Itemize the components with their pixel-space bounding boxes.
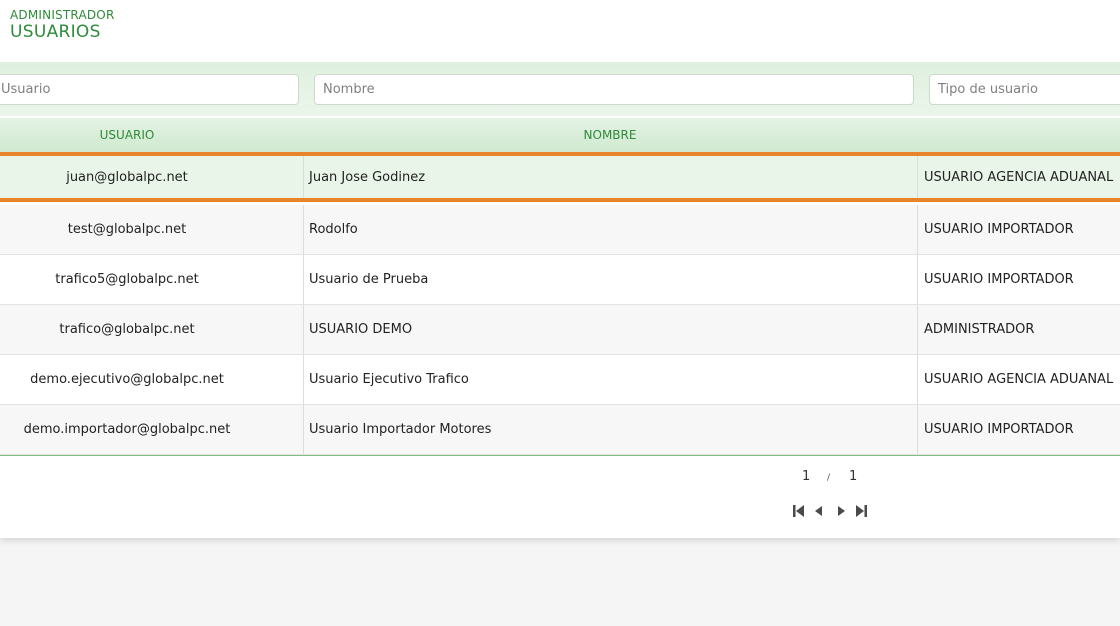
table-row[interactable]: demo.ejecutivo@globalpc.net Usuario Ejec… — [0, 355, 1120, 405]
breadcrumb: ADMINISTRADOR USUARIOS — [10, 8, 115, 42]
cell-nombre: Usuario Ejecutivo Trafico — [303, 355, 917, 404]
first-page-button[interactable] — [791, 503, 807, 519]
last-page-icon — [853, 503, 869, 519]
nombre-filter-input[interactable] — [314, 74, 914, 105]
page-separator: / — [827, 473, 831, 483]
cell-nombre: USUARIO DEMO — [303, 305, 917, 354]
usuario-filter-input[interactable] — [0, 74, 299, 105]
table-bottom-border — [0, 455, 1120, 456]
current-page-number: 1 — [802, 469, 811, 484]
next-page-icon — [833, 503, 849, 519]
page-title: USUARIOS — [10, 22, 101, 42]
prev-page-icon — [811, 503, 827, 519]
cell-nombre: Usuario de Prueba — [303, 255, 917, 304]
tipo-usuario-filter-input[interactable] — [929, 74, 1120, 105]
table-row[interactable]: trafico@globalpc.net USUARIO DEMO ADMINI… — [0, 305, 1120, 355]
cell-usuario: demo.ejecutivo@globalpc.net — [30, 372, 224, 387]
cell-usuario: trafico5@globalpc.net — [55, 272, 199, 287]
cell-usuario: juan@globalpc.net — [66, 169, 188, 185]
table-row[interactable]: trafico5@globalpc.net Usuario de Prueba … — [0, 255, 1120, 305]
column-header-nombre[interactable]: NOMBRE — [303, 118, 917, 152]
filter-bar — [0, 62, 1120, 116]
section-label: ADMINISTRADOR — [10, 8, 115, 22]
column-header-usuario[interactable]: USUARIO — [0, 118, 254, 152]
table-row[interactable]: juan@globalpc.net Juan Jose Godinez USUA… — [0, 152, 1120, 202]
cell-tipo-usuario: USUARIO AGENCIA ADUANAL — [917, 355, 1120, 404]
total-pages-number: 1 — [849, 469, 858, 484]
cell-tipo-usuario: USUARIO AGENCIA ADUANAL — [917, 156, 1120, 198]
cell-usuario: trafico@globalpc.net — [59, 322, 195, 337]
cell-tipo-usuario: USUARIO IMPORTADOR — [917, 205, 1120, 254]
table-row[interactable]: demo.importador@globalpc.net Usuario Imp… — [0, 405, 1120, 455]
cell-usuario: demo.importador@globalpc.net — [23, 422, 231, 437]
previous-page-button[interactable] — [811, 503, 827, 519]
table-row[interactable]: test@globalpc.net Rodolfo USUARIO IMPORT… — [0, 205, 1120, 255]
last-page-button[interactable] — [853, 503, 869, 519]
cell-nombre: Usuario Importador Motores — [303, 405, 917, 454]
cell-tipo-usuario: USUARIO IMPORTADOR — [917, 405, 1120, 454]
cell-tipo-usuario: ADMINISTRADOR — [917, 305, 1120, 354]
table-header: USUARIO NOMBRE — [0, 118, 1120, 152]
main-panel: ADMINISTRADOR USUARIOS USUARIO NOMBRE ju… — [0, 0, 1120, 538]
first-page-icon — [791, 503, 807, 519]
cell-nombre: Juan Jose Godinez — [303, 156, 917, 198]
next-page-button[interactable] — [833, 503, 849, 519]
cell-nombre: Rodolfo — [303, 205, 917, 254]
cell-tipo-usuario: USUARIO IMPORTADOR — [917, 255, 1120, 304]
cell-usuario: test@globalpc.net — [67, 222, 187, 237]
